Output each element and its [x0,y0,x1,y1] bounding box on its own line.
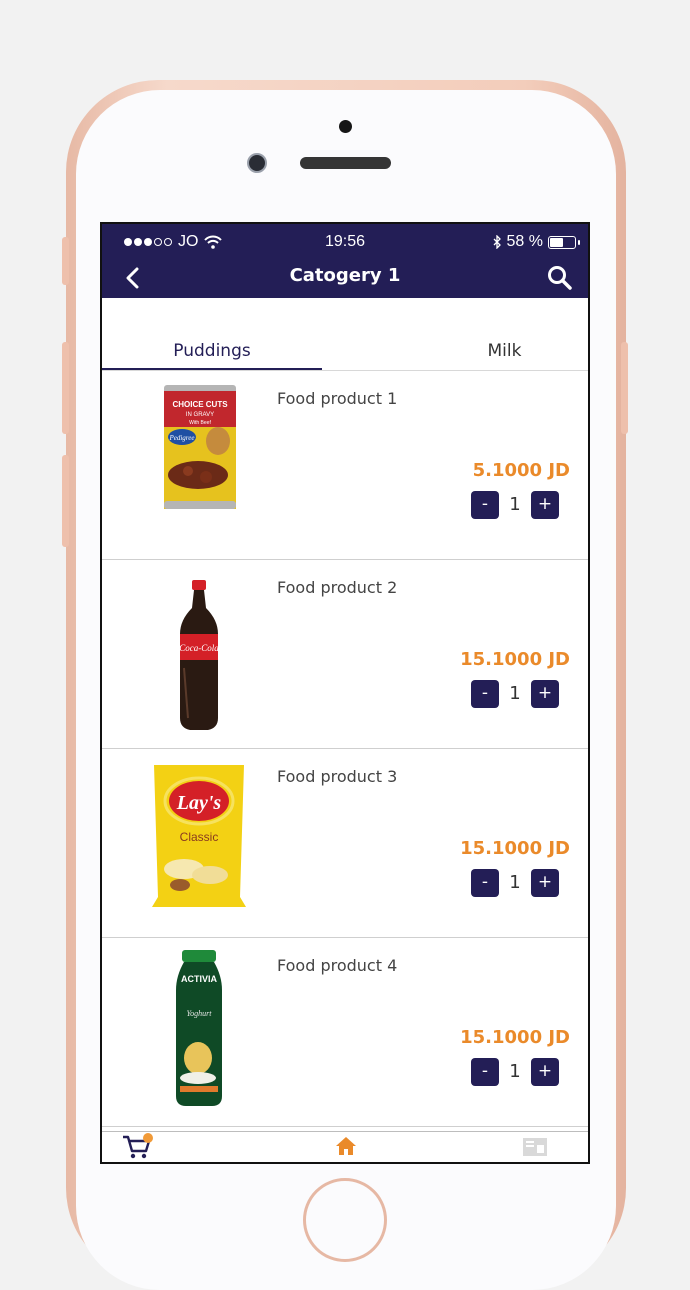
product-row[interactable]: Lay's Classic Food product 3 15.1000 JD … [102,749,588,938]
cart-badge [143,1133,153,1143]
yogurt-bottle-image: ACTIVIA Yoghurt [176,950,222,1106]
quantity-value: 1 [509,494,521,515]
increase-quantity-button[interactable]: + [531,869,559,897]
yogurt-brand: ACTIVIA [181,974,218,984]
decrease-quantity-button[interactable]: - [471,491,499,519]
app-screen: JO 19:56 58 % Catogery 1 Puddings Milk C… [100,222,590,1164]
power-button [621,342,628,434]
battery-percent: 58 % [506,233,543,250]
mute-switch [62,237,69,285]
tab-puddings[interactable]: Puddings [102,336,322,370]
product-row[interactable]: Coca-Cola Food product 2 15.1000 JD - 1 … [102,560,588,749]
can-label-line1: CHOICE CUTS [172,400,228,409]
soda-bottle-image: Coca-Cola [179,580,219,730]
product-row[interactable]: ACTIVIA Yoghurt Food product 4 15.1000 J… [102,938,588,1127]
soda-brand: Coca-Cola [179,643,219,653]
quantity-stepper: - 1 + [471,680,559,710]
quantity-value: 1 [509,1061,521,1082]
can-brand: Pedigree [168,434,194,442]
proximity-sensor [339,120,352,133]
bluetooth-icon [493,235,501,249]
dog-food-can-image: CHOICE CUTS IN GRAVY With Beef Pedigree [164,385,236,509]
decrease-quantity-button[interactable]: - [471,1058,499,1086]
chips-brand: Lay's [176,792,222,814]
tab-milk[interactable]: Milk [432,336,577,370]
home-button[interactable] [303,1178,387,1262]
status-bar: JO 19:56 58 % [102,224,588,258]
tab-invoice[interactable] [522,1136,548,1158]
quantity-value: 1 [509,683,521,704]
quantity-stepper: - 1 + [471,1058,559,1088]
invoice-icon [523,1138,547,1156]
quantity-stepper: - 1 + [471,869,559,899]
product-row[interactable]: CHOICE CUTS IN GRAVY With Beef Pedigree … [102,371,588,560]
chips-bag-image: Lay's Classic [152,765,246,907]
earpiece-speaker [300,157,391,169]
product-name: Food product 3 [277,767,398,786]
page-title: Catogery 1 [289,265,401,286]
volume-up-button [62,342,69,434]
tab-cart[interactable] [122,1133,154,1160]
increase-quantity-button[interactable]: + [531,1058,559,1086]
quantity-value: 1 [509,872,521,893]
decrease-quantity-button[interactable]: - [471,869,499,897]
product-price: 5.1000 JD [472,460,570,481]
product-price: 15.1000 JD [460,1027,570,1048]
product-name: Food product 1 [277,389,398,408]
product-price: 15.1000 JD [460,838,570,859]
search-icon[interactable] [546,264,574,292]
home-icon [336,1137,356,1155]
can-label-line2: IN GRAVY [186,412,214,418]
front-camera [247,153,267,173]
product-list: CHOICE CUTS IN GRAVY With Beef Pedigree … [102,371,588,1127]
navigation-bar: Catogery 1 [102,258,588,298]
decrease-quantity-button[interactable]: - [471,680,499,708]
yogurt-type: Yoghurt [186,1009,212,1018]
product-name: Food product 4 [277,956,398,975]
product-price: 15.1000 JD [460,649,570,670]
product-name: Food product 2 [277,578,398,597]
category-tabs: Puddings Milk [102,336,588,371]
increase-quantity-button[interactable]: + [531,491,559,519]
chips-flavor: Classic [180,830,219,844]
battery-icon [548,235,580,249]
volume-down-button [62,455,69,547]
tab-home[interactable] [334,1134,358,1158]
quantity-stepper: - 1 + [471,491,559,521]
increase-quantity-button[interactable]: + [531,680,559,708]
battery-info: 58 % [493,233,580,251]
can-label-line3: With Beef [189,420,211,426]
bottom-tab-bar [102,1131,588,1162]
